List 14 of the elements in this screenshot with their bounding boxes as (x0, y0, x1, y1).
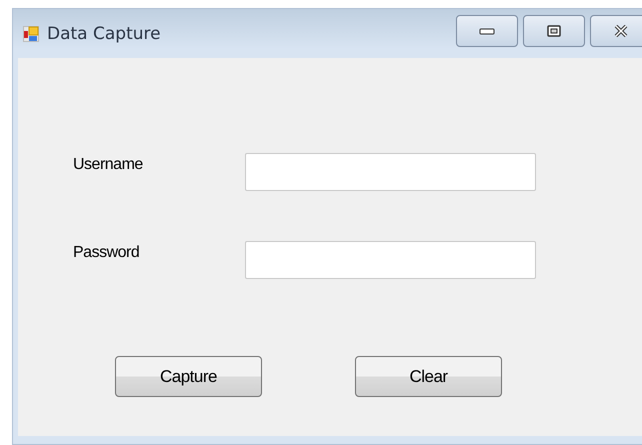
app-icon (23, 26, 39, 42)
close-button[interactable] (590, 14, 642, 46)
capture-button[interactable]: Capture (115, 356, 262, 397)
window-title: Data Capture (47, 24, 161, 44)
input-field[interactable] (245, 241, 536, 279)
maximize-button[interactable] (523, 14, 585, 46)
clear-button[interactable]: Clear (355, 356, 502, 397)
maximize-icon (547, 24, 561, 36)
input-field[interactable] (245, 153, 536, 191)
minimize-button[interactable] (456, 14, 518, 46)
minimize-icon (479, 26, 495, 34)
field-label: Username (73, 156, 144, 174)
close-icon (613, 24, 629, 36)
field-label: Password (73, 244, 140, 262)
